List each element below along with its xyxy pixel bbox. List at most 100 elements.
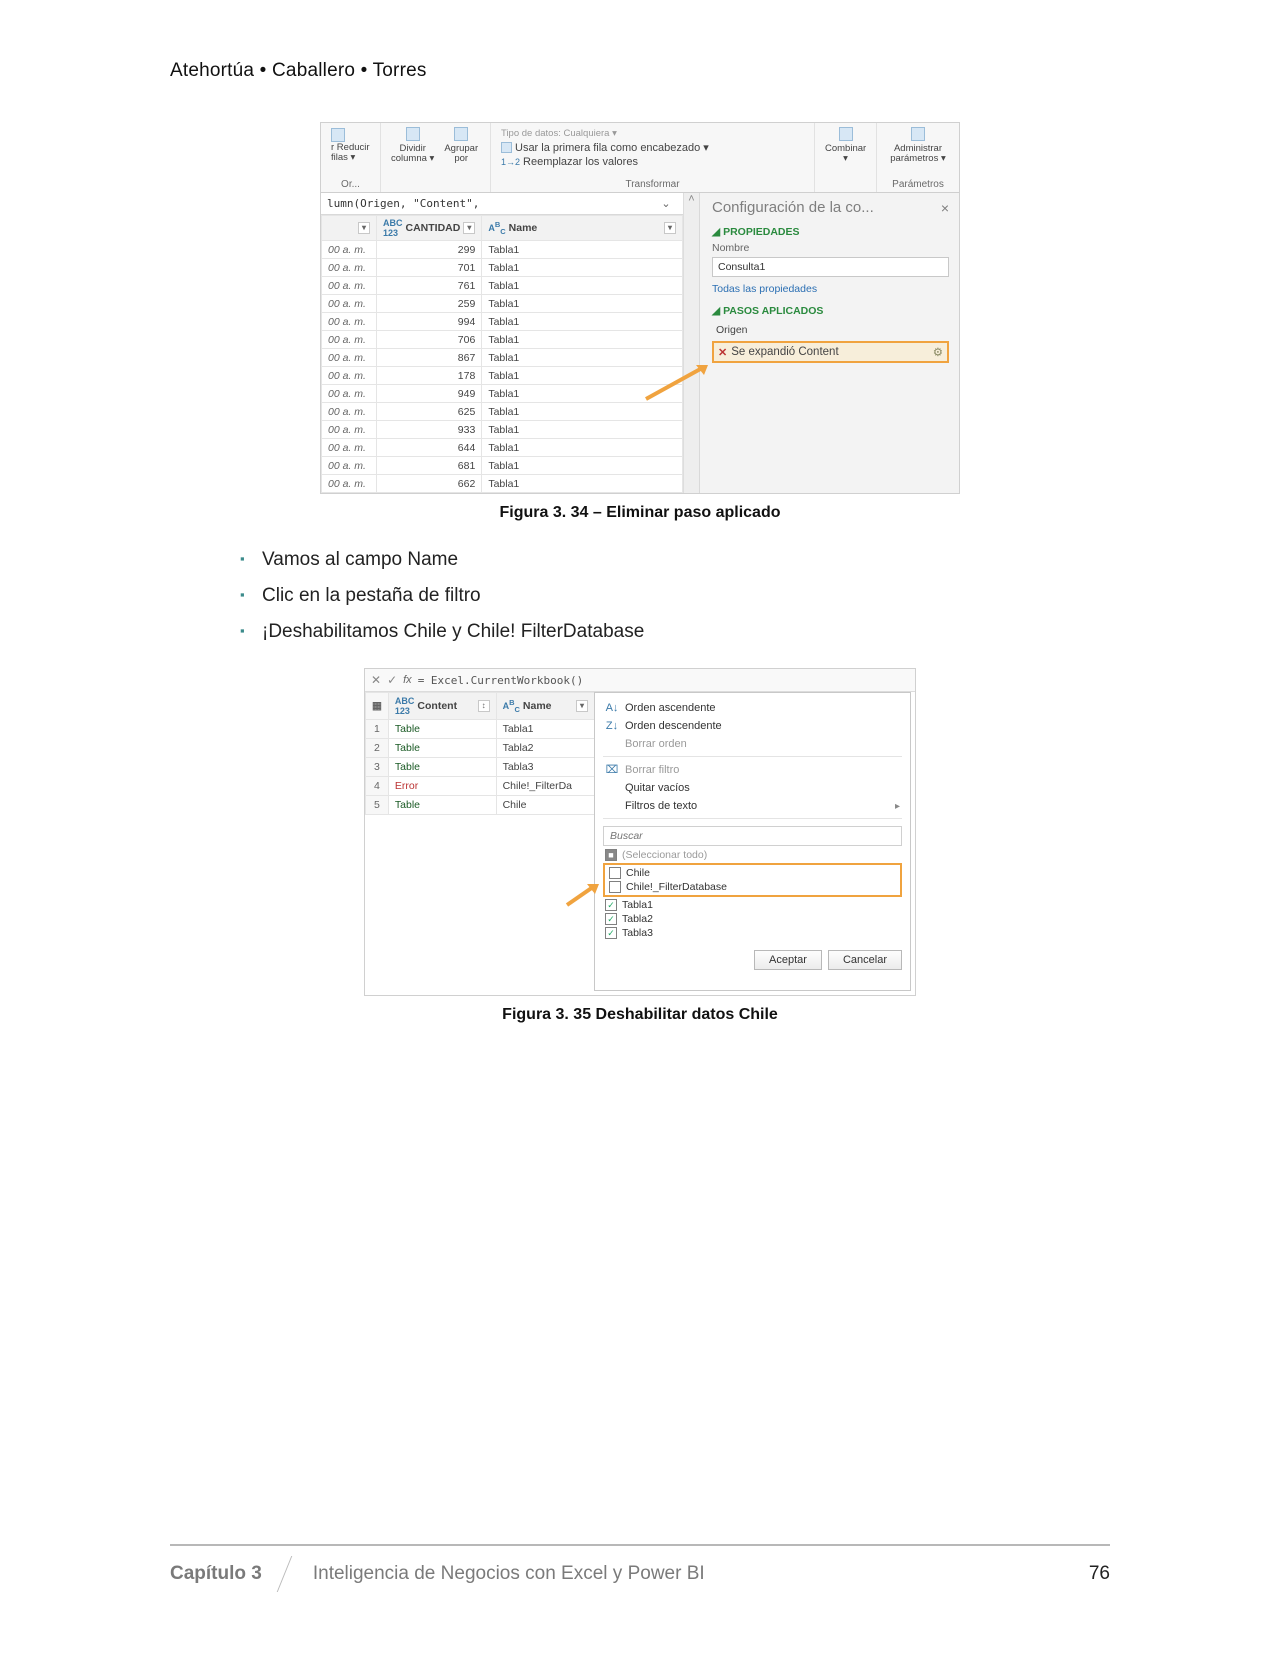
col-time-filter-icon[interactable]: ▾ [358, 222, 370, 234]
all-properties-link[interactable]: Todas las propiedades [712, 283, 949, 295]
type-icon-abc2: ABC [503, 698, 520, 714]
ribbon-agrupar-label: Agruparpor [444, 144, 478, 164]
table-row[interactable]: 00 a. m.644Tabla1 [322, 439, 683, 457]
checkbox-partial-icon: ■ [605, 849, 617, 861]
cancel-formula-icon[interactable]: ✕ [371, 673, 381, 687]
table-row[interactable]: 00 a. m.706Tabla1 [322, 331, 683, 349]
filter-search-input[interactable] [603, 826, 902, 846]
chk-chile-label: Chile [626, 867, 650, 879]
footer-title: Inteligencia de Negocios con Excel y Pow… [313, 1563, 705, 1585]
select-all-label: (Seleccionar todo) [622, 849, 707, 861]
bullet-1: Vamos al campo Name [240, 542, 1110, 578]
ribbon-administrar-parametros[interactable] [911, 127, 925, 141]
step-se-expandio-content[interactable]: ✕ Se expandió Content ⚙ [712, 341, 949, 363]
row-index-header: ▦ [366, 693, 389, 720]
text-filters[interactable]: Filtros de texto▸ [603, 797, 902, 815]
ribbon-agrupar-por[interactable] [454, 127, 468, 141]
chk-tabla3[interactable]: ✓Tabla3 [603, 926, 902, 940]
sort-desc-icon: Z↓ [605, 720, 619, 732]
select-all-checkbox[interactable]: ■ (Seleccionar todo) [603, 848, 902, 862]
checkbox-checked-icon: ✓ [605, 899, 617, 911]
ribbon-tipo-datos[interactable]: Tipo de datos: Cualquiera ▾ [501, 127, 804, 140]
close-icon[interactable]: × [941, 200, 949, 216]
table-row[interactable]: 00 a. m.761Tabla1 [322, 277, 683, 295]
step-origen[interactable]: Origen [712, 321, 949, 339]
content-expand-icon[interactable]: ↕ [478, 700, 490, 712]
applied-steps-section: PASOS APLICADOS [723, 305, 823, 317]
clear-sort-label: Borrar orden [625, 738, 687, 750]
cancel-button[interactable]: Cancelar [828, 950, 902, 970]
query-name-input[interactable] [712, 257, 949, 277]
ribbon-dividir-columna[interactable] [406, 127, 420, 141]
table-row[interactable]: 00 a. m.259Tabla1 [322, 295, 683, 313]
preview-table: ▾ ABC123CANTIDAD▾ ABCName▾ 00 a. m.299Ta… [321, 215, 683, 493]
table-row[interactable]: 3TableTabla3 [366, 758, 595, 777]
ribbon-administrar-label: Administrarparámetros ▾ [887, 144, 949, 164]
checkbox-checked-icon: ✓ [605, 913, 617, 925]
name-filter-icon[interactable]: ▾ [576, 700, 588, 712]
table-row[interactable]: 00 a. m.701Tabla1 [322, 259, 683, 277]
col-name-filter-icon[interactable]: ▾ [664, 222, 676, 234]
ribbon-primera-fila[interactable]: Usar la primera fila como encabezado ▾ [501, 140, 804, 155]
table-row[interactable]: 00 a. m.178Tabla1 [322, 367, 683, 385]
table-row[interactable]: 5TableChile [366, 796, 595, 815]
instruction-list: Vamos al campo Name Clic en la pestaña d… [200, 542, 1110, 650]
table-row[interactable]: 00 a. m.949Tabla1 [322, 385, 683, 403]
settings-panel-title: Configuración de la co... [712, 199, 874, 216]
clear-sort: Borrar orden [603, 735, 902, 753]
gear-icon[interactable]: ⚙ [933, 345, 943, 359]
sort-asc[interactable]: A↓Orden ascendente [603, 699, 902, 717]
ribbon: r Reducirfilas ▾ Or... Dividircolumna ▾ … [321, 123, 959, 193]
chk-tabla2-label: Tabla2 [622, 913, 653, 925]
table-row[interactable]: 00 a. m.933Tabla1 [322, 421, 683, 439]
ribbon-combinar[interactable] [839, 127, 853, 141]
chk-chile-filterdb-label: Chile!_FilterDatabase [626, 881, 727, 893]
chk-tabla1[interactable]: ✓Tabla1 [603, 898, 902, 912]
table-row[interactable]: 00 a. m.299Tabla1 [322, 241, 683, 259]
figure-3-35-caption: Figura 3. 35 Deshabilitar datos Chile [170, 1006, 1110, 1024]
table-row[interactable]: 4ErrorChile!_FilterDa [366, 777, 595, 796]
ribbon-combinar-label: Combinar▾ [825, 144, 866, 164]
remove-empty[interactable]: Quitar vacíos [603, 779, 902, 797]
table-row[interactable]: 00 a. m.994Tabla1 [322, 313, 683, 331]
bullet-3: ¡Deshabilitamos Chile y Chile! FilterDat… [240, 614, 1110, 650]
chk-chile-filterdb[interactable]: Chile!_FilterDatabase [607, 880, 898, 894]
ribbon-dividir-label: Dividircolumna ▾ [391, 144, 434, 164]
source-table: ▦ ABC123Content↕ ABCName▾ 1TableTabla12T… [365, 692, 595, 815]
fx-icon[interactable]: fx [403, 674, 412, 686]
sort-asc-icon: A↓ [605, 702, 619, 714]
accept-formula-icon[interactable]: ✓ [387, 673, 397, 687]
table-row[interactable]: 1TableTabla1 [366, 720, 595, 739]
checkbox-empty-icon [609, 867, 621, 879]
col-cantidad-filter-icon[interactable]: ▾ [463, 222, 475, 234]
formula-bar-text[interactable]: lumn(Origen, "Content", [327, 197, 651, 210]
accept-button[interactable]: Aceptar [754, 950, 822, 970]
formula-bar-code[interactable]: = Excel.CurrentWorkbook() [418, 674, 584, 687]
figure-3-34-caption: Figura 3. 34 – Eliminar paso aplicado [170, 504, 1110, 522]
sort-desc[interactable]: Z↓ Orden descendente [603, 717, 902, 735]
scrollbar[interactable]: ˄ [683, 193, 699, 493]
clear-filter-icon: ⌧ [605, 763, 619, 776]
highlighted-unchecked-items: Chile Chile!_FilterDatabase [603, 863, 902, 897]
sort-desc-label: Orden descendente [625, 720, 722, 732]
chk-tabla2[interactable]: ✓ Tabla2 [603, 912, 902, 926]
type-icon-abc: ABC [488, 220, 505, 236]
table-row[interactable]: 00 a. m.867Tabla1 [322, 349, 683, 367]
checkbox-checked-icon: ✓ [605, 927, 617, 939]
table-row[interactable]: 00 a. m.662Tabla1 [322, 475, 683, 493]
nombre-label: Nombre [712, 242, 949, 254]
table-row[interactable]: 00 a. m.625Tabla1 [322, 403, 683, 421]
ribbon-group-parametros: Parámetros [877, 179, 959, 190]
delete-step-icon[interactable]: ✕ [718, 346, 727, 359]
ribbon-primera-fila-label: Usar la primera fila como encabezado ▾ [515, 141, 709, 154]
figure-3-35-screenshot: ✕ ✓ fx = Excel.CurrentWorkbook() ▦ ABC12… [364, 668, 916, 996]
filter-popup: A↓Orden ascendente Z↓ Orden descendente B… [594, 692, 911, 991]
page-authors: Atehortúa • Caballero • Torres [170, 60, 1110, 82]
table-row[interactable]: 00 a. m.681Tabla1 [322, 457, 683, 475]
remove-empty-label: Quitar vacíos [625, 782, 690, 794]
chk-chile[interactable]: Chile [607, 866, 898, 880]
ribbon-reemplazar[interactable]: 1→2Reemplazar los valores [501, 155, 804, 169]
table-row[interactable]: 2TableTabla2 [366, 739, 595, 758]
formula-dropdown-icon[interactable]: ⌄ [655, 197, 677, 210]
ribbon-reducir-filas[interactable] [331, 127, 370, 143]
